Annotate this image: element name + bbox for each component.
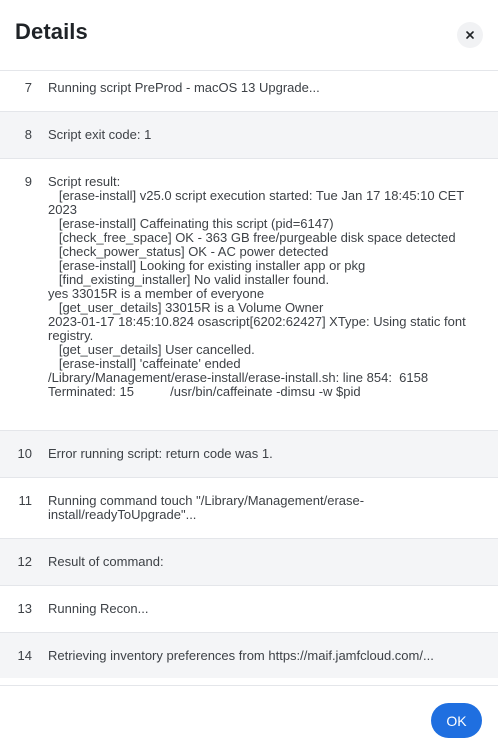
row-number: 11 bbox=[18, 493, 33, 508]
row-number: 14 bbox=[17, 648, 32, 663]
list-item: 8 Script exit code: 1 bbox=[0, 112, 498, 159]
row-text: Running command touch "/Library/Manageme… bbox=[48, 493, 365, 522]
close-button[interactable] bbox=[457, 22, 483, 48]
row-number: 9 bbox=[24, 174, 32, 189]
list-item: 7 Running script PreProd - macOS 13 Upgr… bbox=[0, 71, 498, 112]
row-text: Retrieving inventory preferences from ht… bbox=[48, 648, 434, 663]
dialog-header: Details bbox=[0, 0, 498, 71]
row-text: Script result: [erase-install] v25.0 scr… bbox=[48, 174, 466, 399]
row-text: Result of command: bbox=[48, 554, 164, 569]
row-number: 10 bbox=[17, 446, 32, 461]
row-text: Error running script: return code was 1. bbox=[48, 446, 273, 461]
close-icon bbox=[466, 31, 474, 39]
details-log-list[interactable]: 7 Running script PreProd - macOS 13 Upgr… bbox=[0, 71, 498, 678]
row-number: 8 bbox=[24, 127, 32, 142]
list-item: 10 Error running script: return code was… bbox=[0, 431, 498, 478]
ok-button[interactable]: OK bbox=[431, 703, 482, 738]
row-number: 12 bbox=[17, 554, 32, 569]
row-text: Running script PreProd - macOS 13 Upgrad… bbox=[48, 80, 320, 95]
row-text: Running Recon... bbox=[48, 601, 149, 616]
row-number: 13 bbox=[17, 601, 32, 616]
list-item: 9 Script result: [erase-install] v25.0 s… bbox=[0, 159, 498, 431]
dialog-footer: OK bbox=[0, 685, 498, 750]
list-item: 11 Running command touch "/Library/Manag… bbox=[0, 478, 498, 539]
list-item: 13 Running Recon... bbox=[0, 586, 498, 633]
row-number: 7 bbox=[24, 80, 32, 95]
list-item: 12 Result of command: bbox=[0, 539, 498, 586]
row-text: Script exit code: 1 bbox=[48, 127, 152, 142]
dialog-title: Details bbox=[15, 19, 88, 44]
list-item: 14 Retrieving inventory preferences from… bbox=[0, 633, 498, 678]
